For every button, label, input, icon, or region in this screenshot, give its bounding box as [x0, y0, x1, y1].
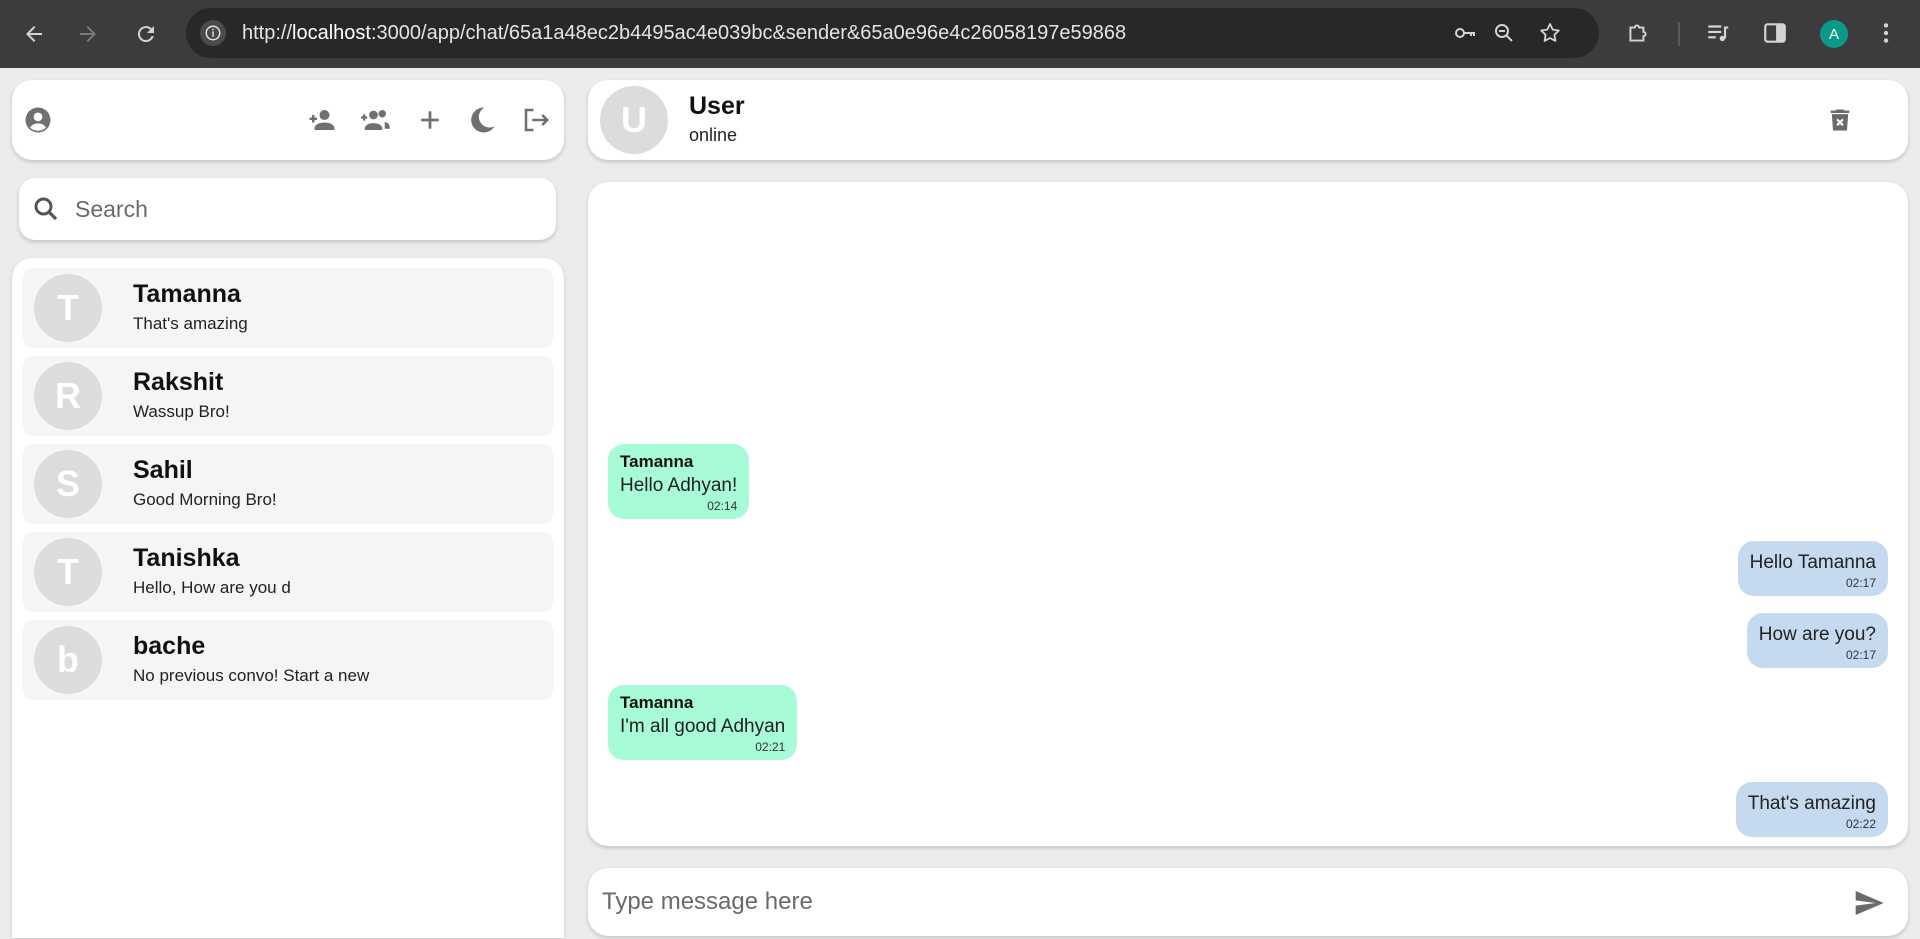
delete-chat-button[interactable] — [1820, 100, 1860, 140]
chat-last-message: Hello, How are you d — [133, 578, 291, 597]
message-text: Hello Adhyan! — [620, 475, 738, 496]
message-time: 02:22 — [1845, 817, 1876, 831]
chat-item-tamanna[interactable]: T Tamanna That's amazing — [22, 268, 554, 348]
avatar: S — [34, 450, 102, 518]
create-group-button[interactable] — [356, 100, 396, 140]
search-input[interactable] — [75, 190, 535, 228]
search-bar — [19, 178, 556, 240]
zoom-icon[interactable] — [1492, 21, 1516, 45]
address-bar[interactable]: http://localhost:3000/app/chat/65a1a48ec… — [186, 8, 1599, 58]
new-chat-button[interactable] — [410, 100, 450, 140]
chat-name: bache — [133, 632, 206, 660]
chat-name: Tanishka — [133, 544, 240, 572]
chat-last-message: No previous convo! Start a new — [133, 666, 370, 685]
message-time: 02:21 — [755, 740, 786, 754]
message-input[interactable] — [602, 882, 1802, 922]
message-area: Tamanna Hello Adhyan! 02:14 Hello Tamann… — [588, 182, 1908, 846]
logout-icon — [524, 108, 550, 132]
message-text: How are you? — [1758, 624, 1876, 645]
message-bubble-outgoing: How are you? 02:17 — [1746, 613, 1888, 668]
toolbar-divider — [1678, 22, 1680, 46]
reload-button[interactable] — [129, 17, 163, 51]
conversation-avatar: U — [600, 86, 668, 154]
delete-icon — [1830, 109, 1850, 131]
chat-item-tanishka[interactable]: T Tanishka Hello, How are you d — [22, 532, 554, 612]
key-icon[interactable] — [1453, 21, 1477, 45]
chat-item-bache[interactable]: b bache No previous convo! Start a new — [22, 620, 554, 700]
more-menu-icon[interactable] — [1872, 19, 1900, 47]
send-icon — [1855, 891, 1884, 915]
message-text: I'm all good Adhyan — [620, 716, 786, 737]
side-panel-icon[interactable] — [1761, 19, 1789, 47]
back-button[interactable] — [17, 17, 51, 51]
profile-avatar[interactable]: A — [1820, 20, 1848, 48]
chat-name: Sahil — [133, 456, 193, 484]
conversation-status: online — [689, 125, 738, 145]
arrow-right-icon — [80, 26, 96, 42]
conversation-header: U User online — [588, 80, 1908, 160]
chat-last-message: That's amazing — [133, 314, 248, 333]
chat-list: T Tamanna That's amazing R Rakshit Wassu… — [12, 258, 564, 938]
avatar: T — [34, 538, 102, 606]
message-bubble-outgoing: That's amazing 02:22 — [1735, 782, 1888, 837]
extensions-icon[interactable] — [1624, 19, 1652, 47]
message-sender: Tamanna — [620, 452, 694, 471]
reload-icon — [137, 26, 154, 43]
send-button[interactable] — [1850, 884, 1888, 922]
message-time: 02:17 — [1845, 576, 1876, 590]
media-queue-icon[interactable] — [1704, 19, 1732, 47]
url-host: localhost — [292, 22, 371, 44]
add-group-icon — [361, 110, 390, 130]
message-bubble-incoming: Tamanna Hello Adhyan! 02:14 — [608, 444, 750, 519]
theme-toggle-button[interactable] — [462, 100, 502, 140]
chat-last-message: Good Morning Bro! — [133, 490, 277, 509]
avatar: b — [34, 626, 102, 694]
add-contact-button[interactable] — [302, 100, 342, 140]
moon-icon — [471, 107, 495, 133]
star-icon[interactable] — [1538, 21, 1562, 45]
sidebar-header — [12, 80, 564, 160]
message-text: Hello Tamanna — [1749, 552, 1876, 573]
account-circle-icon — [25, 107, 51, 133]
chat-name: Tamanna — [133, 280, 241, 308]
avatar: T — [34, 274, 102, 342]
browser-toolbar: http://localhost:3000/app/chat/65a1a48ec… — [0, 0, 1920, 68]
site-info-icon[interactable] — [200, 20, 226, 46]
forward-button[interactable] — [71, 17, 105, 51]
arrow-left-icon — [26, 26, 42, 42]
message-time: 02:14 — [707, 499, 738, 513]
chat-item-rakshit[interactable]: R Rakshit Wassup Bro! — [22, 356, 554, 436]
logout-button[interactable] — [516, 100, 556, 140]
message-bubble-incoming: Tamanna I'm all good Adhyan 02:21 — [608, 685, 798, 760]
plus-icon — [421, 111, 439, 129]
url-text[interactable]: http://localhost:3000/app/chat/65a1a48ec… — [242, 22, 1126, 45]
message-sender: Tamanna — [620, 693, 694, 712]
url-path: :3000/app/chat/65a1a48ec2b4495ac4e039bc&… — [370, 22, 1127, 44]
url-prefix: http:// — [242, 22, 293, 44]
message-text: That's amazing — [1747, 793, 1876, 814]
message-composer — [588, 868, 1908, 936]
message-bubble-outgoing: Hello Tamanna 02:17 — [1737, 541, 1888, 596]
avatar: R — [34, 362, 102, 430]
chat-item-sahil[interactable]: S Sahil Good Morning Bro! — [22, 444, 554, 524]
chat-last-message: Wassup Bro! — [133, 402, 230, 421]
profile-button[interactable] — [18, 100, 58, 140]
message-time: 02:17 — [1845, 648, 1876, 662]
conversation-title: User — [689, 92, 745, 120]
add-person-icon — [309, 110, 335, 130]
search-icon — [34, 197, 58, 221]
chat-name: Rakshit — [133, 368, 224, 396]
